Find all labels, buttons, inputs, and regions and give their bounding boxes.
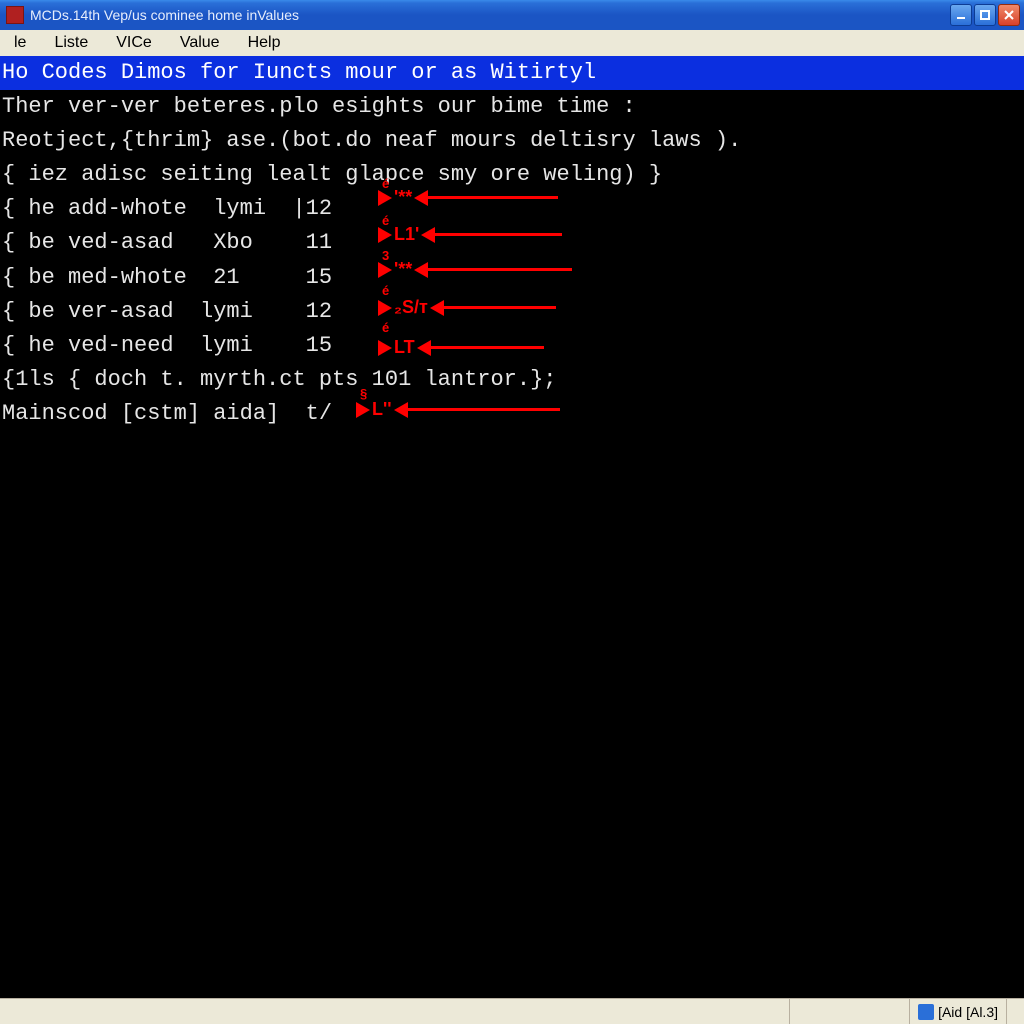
terminal-line: Mainscod [cstm] aida] t/ <box>0 397 1024 431</box>
menu-value[interactable]: Value <box>166 31 234 55</box>
statusbar-panel-right: [Aid [Al.3] <box>909 999 1006 1024</box>
window-title: MCDs.14th Vep/us cominee home inValues <box>30 7 950 23</box>
terminal-line: { be med-whote 21 15 <box>0 261 1024 295</box>
terminal-line: { be ved-asad Xbo 11 <box>0 226 1024 260</box>
menu-vice[interactable]: VICe <box>102 31 166 55</box>
statusbar-grip[interactable] <box>1006 999 1024 1024</box>
status-icon <box>918 1004 934 1020</box>
terminal-header: Ho Codes Dimos for Iuncts mour or as Wit… <box>0 56 1024 90</box>
terminal-line: { he ved-need lymi 15 <box>0 329 1024 363</box>
terminal-line: { he add-whote lymi |12 <box>0 192 1024 226</box>
menubar: le Liste VICe Value Help <box>0 30 1024 56</box>
statusbar: [Aid [Al.3] <box>0 998 1024 1024</box>
minimize-button[interactable] <box>950 4 972 26</box>
terminal[interactable]: Ho Codes Dimos for Iuncts mour or as Wit… <box>0 56 1024 998</box>
menu-liste[interactable]: Liste <box>40 31 102 55</box>
terminal-line: { be ver-asad lymi 12 <box>0 295 1024 329</box>
statusbar-spacer <box>0 999 789 1024</box>
status-text: [Aid [Al.3] <box>938 1004 998 1020</box>
terminal-line: Reotject,{thrim} ase.(bot.do neaf mours … <box>0 124 1024 158</box>
titlebar: MCDs.14th Vep/us cominee home inValues <box>0 0 1024 30</box>
terminal-line: Ther ver-ver beteres.plo esights our bim… <box>0 90 1024 124</box>
window-buttons <box>950 4 1020 26</box>
app-icon <box>6 6 24 24</box>
statusbar-panel-empty <box>789 999 909 1024</box>
terminal-line: { iez adisc seiting lealt glapce smy ore… <box>0 158 1024 192</box>
menu-help[interactable]: Help <box>234 31 295 55</box>
close-button[interactable] <box>998 4 1020 26</box>
menu-file[interactable]: le <box>0 31 40 55</box>
maximize-button[interactable] <box>974 4 996 26</box>
terminal-line: {1ls { doch t. myrth.ct pts 101 lantror.… <box>0 363 1024 397</box>
